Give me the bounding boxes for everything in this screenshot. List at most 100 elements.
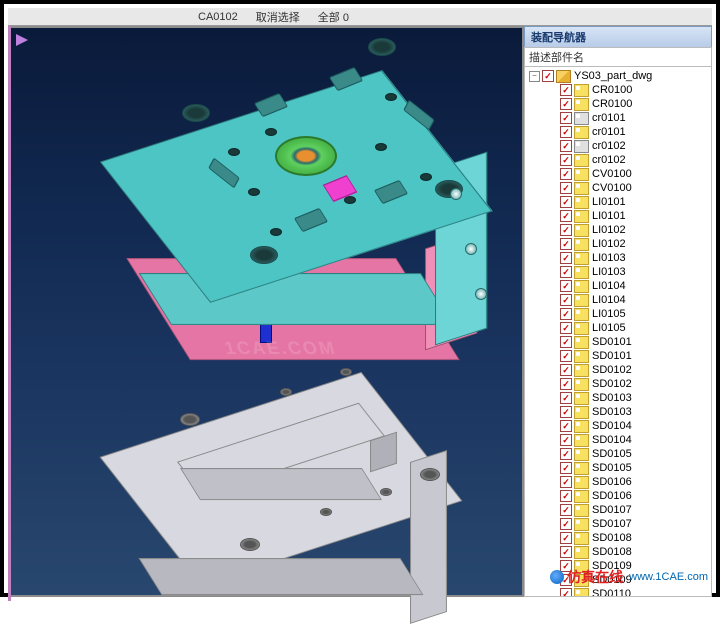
visibility-checkbox[interactable]: ✓	[560, 518, 572, 530]
visibility-checkbox[interactable]: ✓	[560, 280, 572, 292]
tree-root-item[interactable]: − ✓ YS03_part_dwg	[527, 69, 711, 83]
screw-hole	[248, 188, 260, 196]
screw-hole	[270, 228, 282, 236]
tree-item[interactable]: ✓ cr0102	[527, 153, 711, 167]
visibility-checkbox[interactable]: ✓	[560, 224, 572, 236]
a-plate[interactable]	[120, 88, 420, 288]
tree-item[interactable]: ✓CR0100	[527, 83, 711, 97]
visibility-checkbox[interactable]: ✓	[560, 238, 572, 250]
part-icon	[574, 168, 589, 181]
tree-item[interactable]: ✓CV0100	[527, 181, 711, 195]
tree-item[interactable]: ✓SD0104	[527, 433, 711, 447]
guide-hole	[368, 38, 396, 56]
screw-hole	[344, 196, 356, 204]
visibility-checkbox[interactable]: ✓	[560, 476, 572, 488]
visibility-checkbox[interactable]: ✓	[560, 196, 572, 208]
base-hole-small	[280, 388, 292, 396]
visibility-checkbox[interactable]: ✓	[560, 266, 572, 278]
tree-item-label: LI0105	[592, 308, 626, 320]
visibility-checkbox[interactable]: ✓	[560, 420, 572, 432]
visibility-checkbox[interactable]: ✓	[560, 504, 572, 516]
tree-item[interactable]: ✓LI0102	[527, 223, 711, 237]
visibility-checkbox[interactable]: ✓	[560, 294, 572, 306]
part-icon	[574, 532, 589, 545]
watermark-logo-icon	[550, 570, 564, 584]
page-watermark: 仿真在线 www.1CAE.com	[550, 567, 708, 587]
visibility-checkbox[interactable]: ✓	[560, 210, 572, 222]
tree-item[interactable]: ✓ CR0100	[527, 97, 711, 111]
assembly-navigator: 装配导航器 描述部件名 − ✓ YS03_part_dwg ✓CR0100✓CR…	[524, 26, 712, 597]
tree-item[interactable]: ✓cr0102	[527, 139, 711, 153]
tree-item[interactable]: ✓ CV0100	[527, 167, 711, 181]
tree-item[interactable]: ✓LI0101	[527, 209, 711, 223]
side-bore	[465, 243, 477, 255]
visibility-checkbox[interactable]: ✓	[560, 308, 572, 320]
tree-item[interactable]: ✓SD0105	[527, 447, 711, 461]
visibility-checkbox[interactable]: ✓	[560, 252, 572, 264]
visibility-checkbox[interactable]: ✓	[560, 588, 572, 597]
visibility-checkbox[interactable]: ✓	[560, 546, 572, 558]
tree-item[interactable]: ✓SD0107	[527, 503, 711, 517]
tree-item-label: cr0102	[592, 154, 626, 166]
tree-item[interactable]: ✓LI0101	[527, 195, 711, 209]
visibility-checkbox[interactable]: ✓	[560, 112, 572, 124]
tree-item[interactable]: ✓ LI0105	[527, 307, 711, 321]
part-icon	[574, 350, 589, 363]
visibility-checkbox[interactable]: ✓	[560, 98, 572, 110]
tree-item[interactable]: ✓SD0103	[527, 405, 711, 419]
3d-viewport[interactable]: 1CAE.COM	[8, 26, 524, 597]
tree-item[interactable]: ✓cr0101	[527, 125, 711, 139]
viewport-watermark: 1CAE.COM	[222, 338, 339, 359]
visibility-checkbox[interactable]: ✓	[560, 140, 572, 152]
tree-item[interactable]: ✓SD0106	[527, 489, 711, 503]
collapse-icon[interactable]: −	[529, 71, 540, 82]
tree-item[interactable]: ✓SD0108	[527, 545, 711, 559]
tree-item[interactable]: ✓LI0104	[527, 279, 711, 293]
tree-item[interactable]: ✓SD0101	[527, 349, 711, 363]
navigator-column-header[interactable]: 描述部件名	[524, 47, 712, 67]
tree-item[interactable]: ✓SD0107	[527, 517, 711, 531]
tree-item[interactable]: ✓SD0102	[527, 363, 711, 377]
visibility-checkbox[interactable]: ✓	[560, 322, 572, 334]
tree-item[interactable]: ✓LI0105	[527, 321, 711, 335]
tree-item[interactable]: ✓ SD0106	[527, 475, 711, 489]
visibility-checkbox[interactable]: ✓	[560, 350, 572, 362]
tree-item[interactable]: ✓LI0103	[527, 251, 711, 265]
tree-item[interactable]: ✓SD0105	[527, 461, 711, 475]
tree-item-label: SD0106	[592, 476, 632, 488]
visibility-checkbox[interactable]: ✓	[560, 364, 572, 376]
tree-item[interactable]: ✓SD0102	[527, 377, 711, 391]
visibility-checkbox[interactable]: ✓	[560, 126, 572, 138]
tree-item[interactable]: ✓SD0108	[527, 531, 711, 545]
tree-item-label: CR0100	[592, 98, 632, 110]
visibility-checkbox[interactable]: ✓	[560, 378, 572, 390]
visibility-checkbox[interactable]: ✓	[560, 392, 572, 404]
part-icon	[574, 252, 589, 265]
mold-assembly-model[interactable]: 1CAE.COM	[70, 58, 470, 558]
visibility-checkbox[interactable]: ✓	[560, 168, 572, 180]
visibility-checkbox[interactable]: ✓	[542, 70, 554, 82]
visibility-checkbox[interactable]: ✓	[560, 336, 572, 348]
visibility-checkbox[interactable]: ✓	[560, 182, 572, 194]
visibility-checkbox[interactable]: ✓	[560, 406, 572, 418]
tree-item[interactable]: ✓SD0104	[527, 419, 711, 433]
visibility-checkbox[interactable]: ✓	[560, 448, 572, 460]
tree-item[interactable]: ✓LI0102	[527, 237, 711, 251]
tree-item[interactable]: ✓LI0103	[527, 265, 711, 279]
visibility-checkbox[interactable]: ✓	[560, 462, 572, 474]
visibility-checkbox[interactable]: ✓	[560, 84, 572, 96]
tree-item[interactable]: ✓SD0101	[527, 335, 711, 349]
visibility-checkbox[interactable]: ✓	[560, 532, 572, 544]
tree-item-label: cr0101	[592, 112, 626, 124]
tree-item[interactable]: ✓ cr0101	[527, 111, 711, 125]
visibility-checkbox[interactable]: ✓	[560, 490, 572, 502]
base-plate[interactable]	[140, 408, 440, 578]
assembly-tree[interactable]: − ✓ YS03_part_dwg ✓CR0100✓CR0100✓cr0101✓…	[524, 66, 712, 597]
base-hole	[420, 468, 440, 481]
tree-item-label: CV0100	[592, 168, 632, 180]
visibility-checkbox[interactable]: ✓	[560, 434, 572, 446]
tree-item[interactable]: ✓SD0110	[527, 587, 711, 597]
tree-item[interactable]: ✓LI0104	[527, 293, 711, 307]
tree-item[interactable]: ✓SD0103	[527, 391, 711, 405]
visibility-checkbox[interactable]: ✓	[560, 154, 572, 166]
